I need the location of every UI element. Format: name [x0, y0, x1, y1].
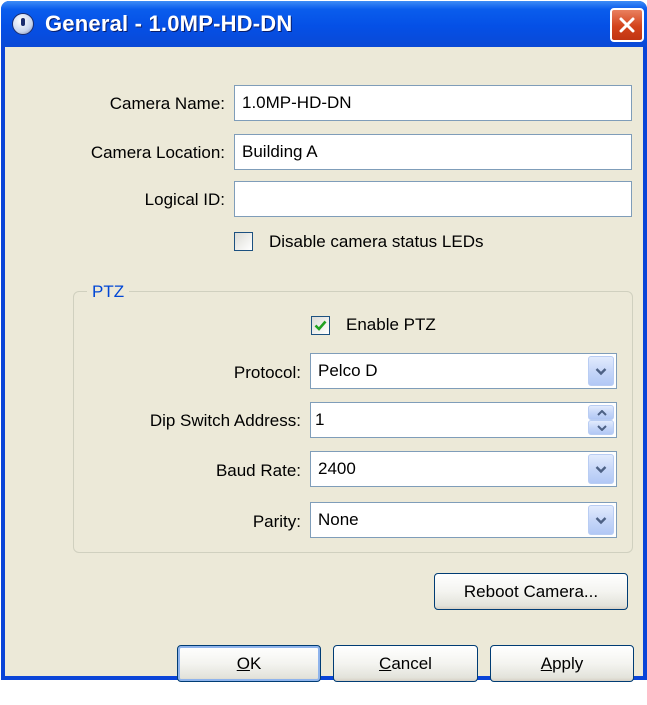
cancel-button[interactable]: Cancel	[333, 645, 478, 682]
cancel-label: ancel	[391, 654, 432, 673]
cancel-accelerator: C	[379, 654, 392, 673]
dialog-body: Camera Name: 1.0MP-HD-DN Camera Location…	[5, 47, 643, 682]
spin-down-button[interactable]	[588, 420, 614, 435]
enable-ptz-checkbox[interactable]	[311, 316, 330, 335]
baud-rate-value: 2400	[318, 459, 356, 478]
dip-switch-label: Dip Switch Address:	[149, 411, 301, 430]
baud-rate-dropdown-button[interactable]	[588, 454, 614, 484]
disable-leds-checkbox[interactable]	[234, 232, 253, 251]
protocol-value: Pelco D	[318, 361, 378, 380]
spin-up-icon	[597, 410, 607, 416]
dialog-window: General - 1.0MP-HD-DN Camera Name: 1.0MP…	[1, 1, 647, 682]
parity-dropdown-button[interactable]	[588, 505, 614, 535]
protocol-label: Protocol:	[233, 363, 301, 382]
title-bar[interactable]: General - 1.0MP-HD-DN	[1, 1, 647, 47]
dip-switch-spinner[interactable]: 1	[310, 402, 617, 438]
reboot-camera-button[interactable]: Reboot Camera...	[434, 573, 628, 610]
parity-value: None	[318, 510, 359, 529]
apply-button[interactable]: Apply	[490, 645, 634, 682]
window-title: General - 1.0MP-HD-DN	[45, 11, 293, 36]
chevron-down-icon	[595, 466, 607, 474]
ptz-group-title: PTZ	[87, 282, 130, 302]
baud-rate-label: Baud Rate:	[215, 461, 301, 480]
checkmark-icon	[314, 320, 327, 331]
apply-label: pply	[552, 654, 584, 673]
parity-select[interactable]: None	[310, 502, 617, 538]
ok-accelerator: O	[236, 654, 250, 673]
spin-up-button[interactable]	[588, 405, 614, 420]
chevron-down-icon	[595, 368, 607, 376]
baud-rate-select[interactable]: 2400	[310, 451, 617, 487]
disable-leds-label[interactable]: Disable camera status LEDs	[269, 232, 483, 252]
ok-label: K	[249, 654, 262, 673]
enable-ptz-label[interactable]: Enable PTZ	[346, 315, 436, 335]
dip-switch-value: 1	[315, 410, 325, 429]
parity-label: Parity:	[252, 512, 301, 531]
close-button[interactable]	[610, 8, 644, 42]
camera-location-label: Camera Location:	[90, 143, 225, 162]
spin-down-icon	[597, 425, 607, 431]
close-icon	[619, 17, 635, 33]
chevron-down-icon	[595, 517, 607, 525]
apply-accelerator: A	[540, 654, 553, 673]
camera-app-icon	[12, 13, 34, 35]
camera-name-input[interactable]: 1.0MP-HD-DN	[234, 85, 632, 121]
camera-location-input[interactable]: Building A	[234, 134, 632, 170]
protocol-select[interactable]: Pelco D	[310, 353, 617, 389]
camera-name-label: Camera Name:	[109, 94, 225, 113]
protocol-dropdown-button[interactable]	[588, 356, 614, 386]
logical-id-label: Logical ID:	[144, 190, 225, 209]
ok-button[interactable]: OK	[177, 645, 321, 682]
logical-id-input[interactable]	[234, 181, 632, 217]
